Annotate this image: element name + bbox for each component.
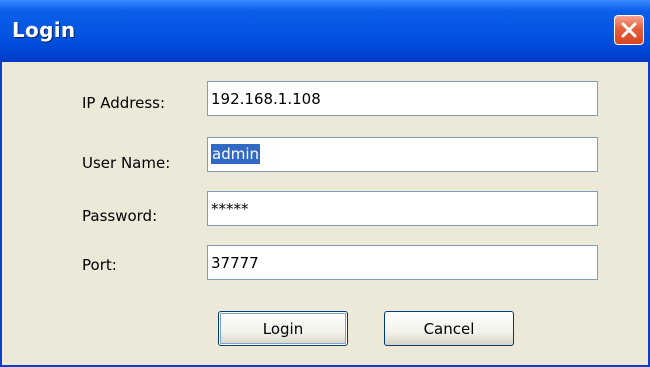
- user-name-label: User Name:: [82, 154, 171, 172]
- user-name-field[interactable]: admin: [207, 137, 598, 172]
- ip-address-input[interactable]: [208, 82, 597, 115]
- password-field[interactable]: [207, 191, 598, 226]
- login-dialog: Login IP Address: User Name: admin Passw…: [0, 0, 650, 367]
- cancel-button[interactable]: Cancel: [384, 311, 514, 346]
- login-button[interactable]: Login: [218, 311, 348, 346]
- close-button[interactable]: [614, 15, 644, 45]
- user-name-value[interactable]: admin: [211, 144, 260, 164]
- port-label: Port:: [82, 256, 117, 274]
- port-field[interactable]: [207, 245, 598, 280]
- ip-address-field[interactable]: [207, 81, 598, 116]
- close-icon: [621, 22, 637, 38]
- dialog-title: Login: [12, 18, 76, 42]
- ip-address-label: IP Address:: [82, 94, 166, 112]
- title-bar[interactable]: Login: [0, 0, 650, 62]
- password-label: Password:: [82, 207, 158, 225]
- password-input[interactable]: [208, 192, 597, 225]
- port-input[interactable]: [208, 246, 597, 279]
